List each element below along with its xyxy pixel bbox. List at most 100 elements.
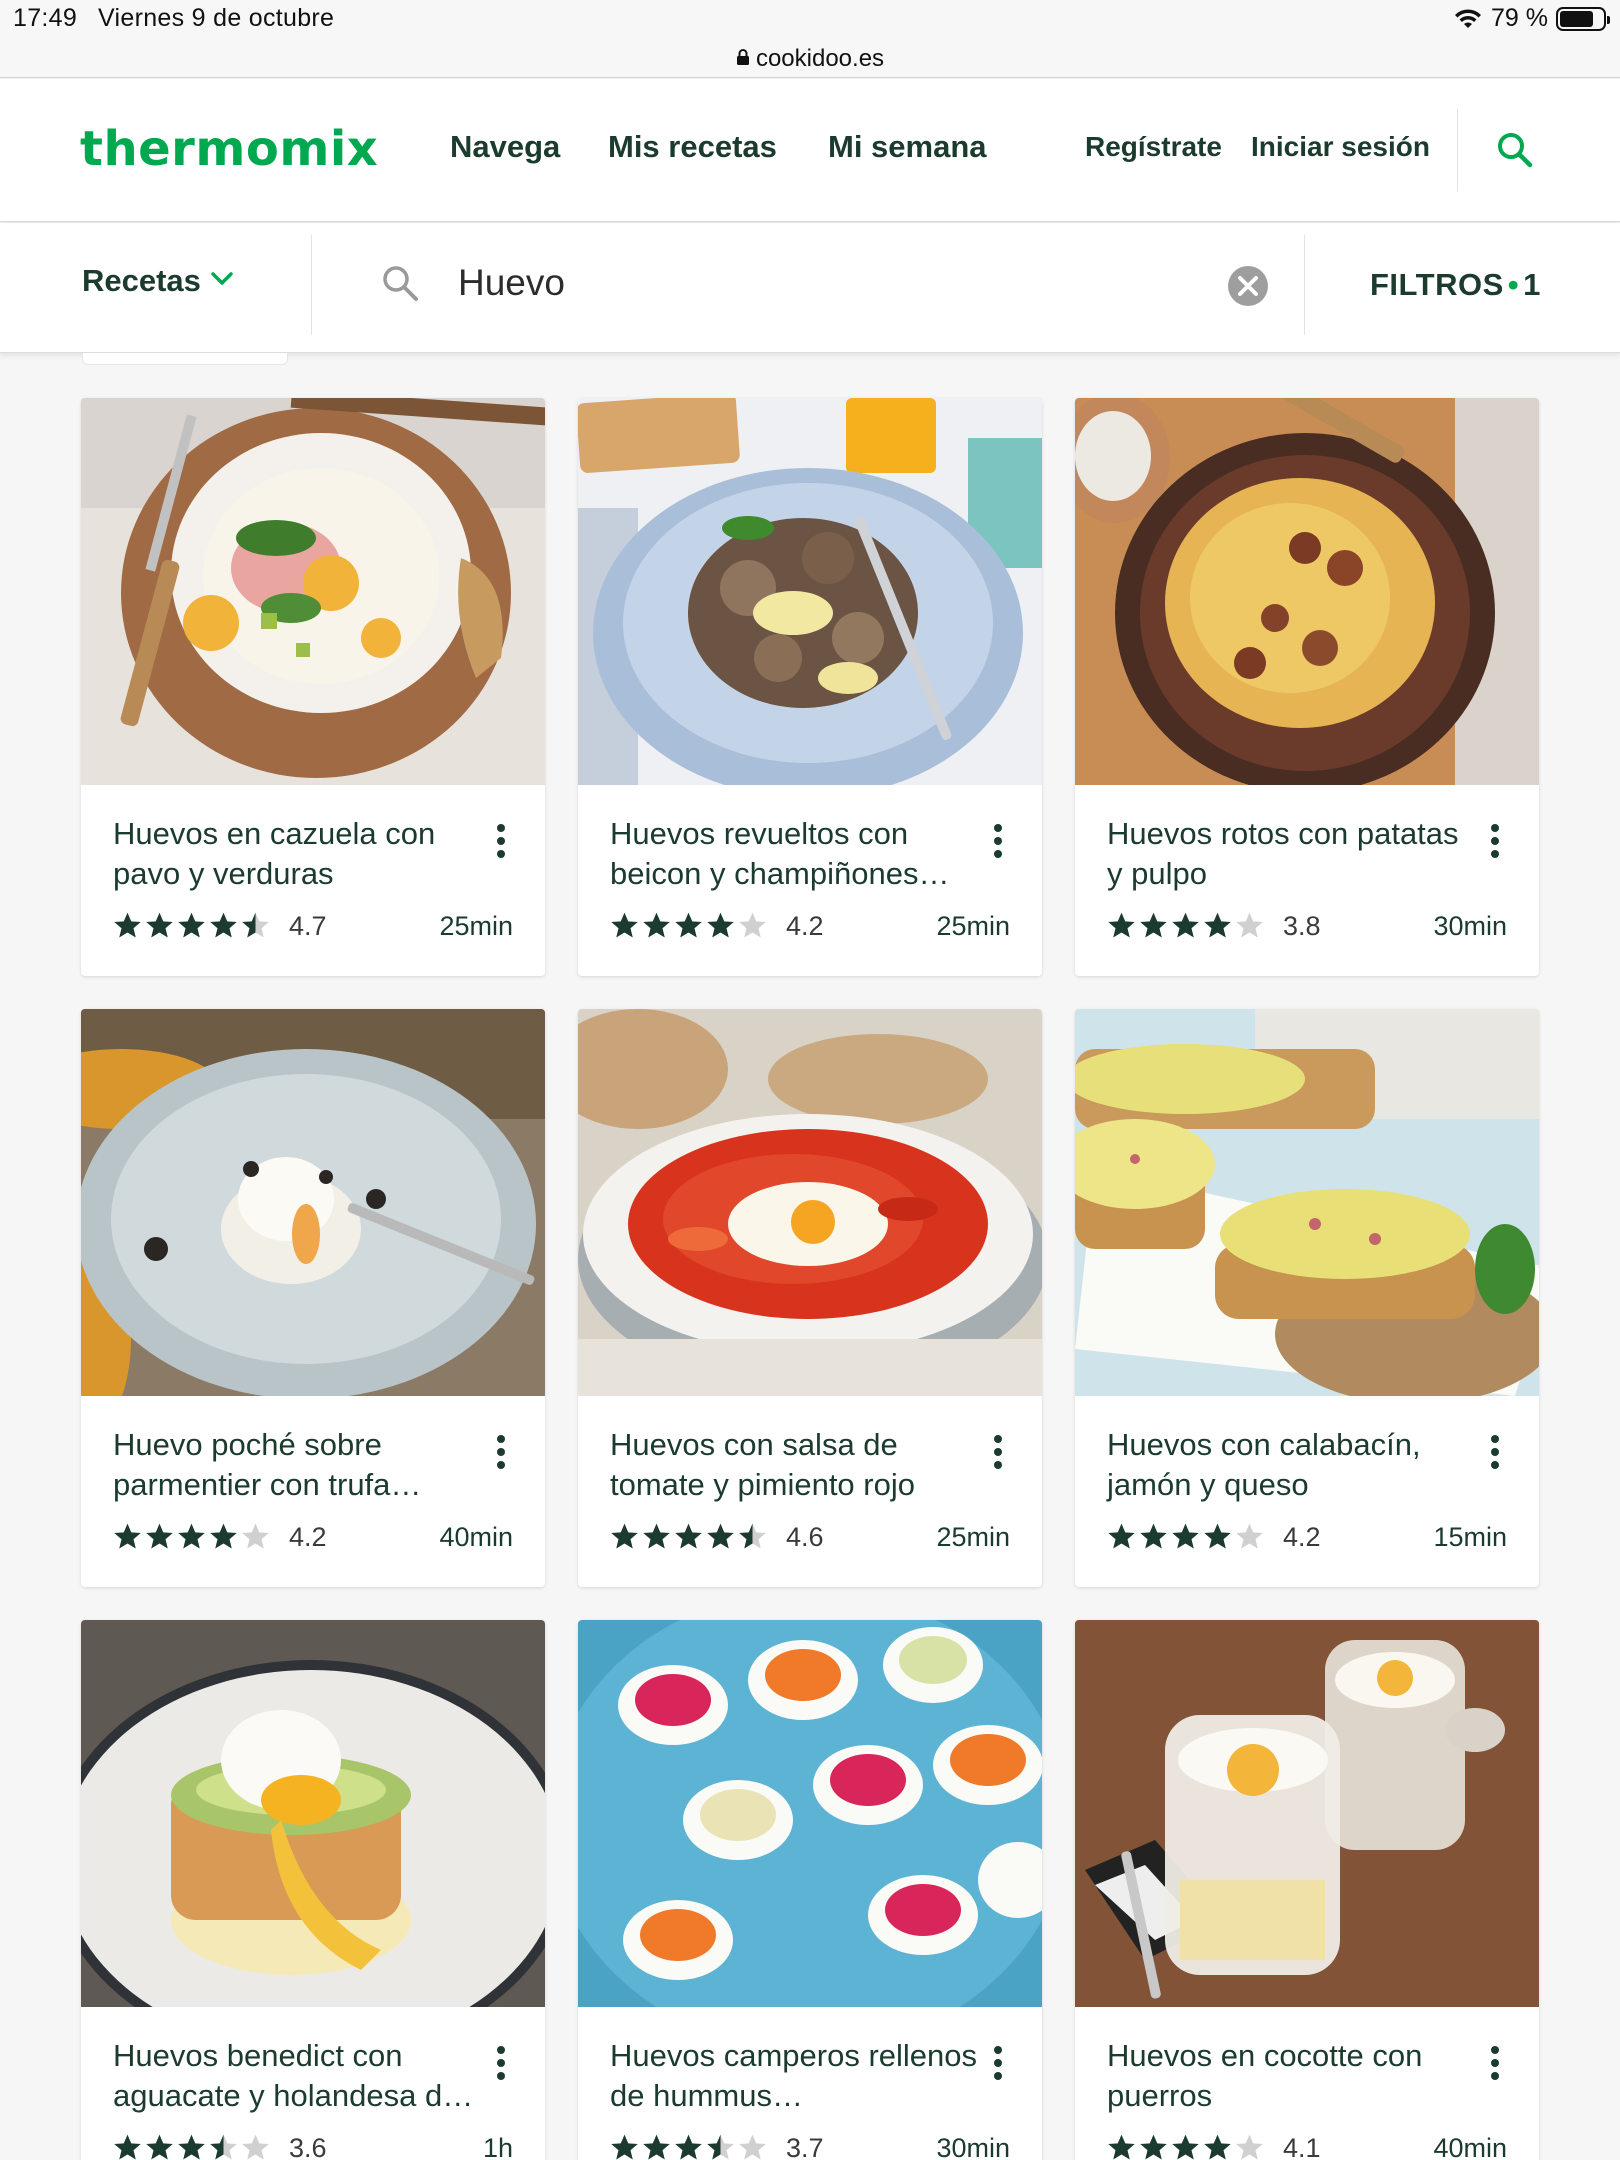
recipe-card[interactable]: Huevo poché sobre parmentier con trufa… …: [81, 1009, 545, 1587]
chevron-down-icon[interactable]: [210, 271, 234, 287]
recipe-card[interactable]: Huevos camperos rellenos de hummus… 3.7 …: [578, 1620, 1042, 2160]
star-empty-icon: [739, 912, 766, 938]
recipe-image[interactable]: [1075, 398, 1539, 793]
register-link[interactable]: Regístrate: [1085, 131, 1222, 163]
recipe-title[interactable]: Huevos en cocotte con puerros: [1107, 2036, 1477, 2116]
recipe-title[interactable]: Huevos camperos rellenos de hummus…: [610, 2036, 980, 2116]
star-filled-icon: [178, 1523, 205, 1549]
star-filled-icon: [611, 1523, 638, 1549]
star-filled-icon: [210, 912, 237, 938]
star-rating: [113, 911, 270, 941]
star-filled-icon: [1204, 2134, 1231, 2160]
more-options-icon[interactable]: [497, 2046, 507, 2082]
more-options-icon[interactable]: [994, 824, 1004, 860]
cook-time: 1h: [482, 2133, 513, 2160]
search-bar: Recetas FILTROS•1: [0, 223, 1620, 353]
star-rating: [113, 1522, 270, 1552]
search-icon[interactable]: [1496, 131, 1534, 169]
dropdown-peek: [82, 353, 288, 365]
recipe-card[interactable]: Huevos revueltos con beicon y champiñone…: [578, 398, 1042, 976]
recipe-image[interactable]: [81, 398, 545, 785]
star-rating: [1107, 2133, 1264, 2160]
cook-time: 30min: [1433, 911, 1507, 941]
recipe-image[interactable]: [81, 1620, 545, 2060]
nav-mis-recetas[interactable]: Mis recetas: [608, 129, 777, 165]
nav-navega[interactable]: Navega: [450, 129, 560, 165]
recipe-title[interactable]: Huevos en cazuela con pavo y verduras: [113, 814, 483, 894]
recipe-title[interactable]: Huevos con salsa de tomate y pimiento ro…: [610, 1425, 980, 1505]
recipe-image[interactable]: [1075, 1009, 1539, 1404]
recipe-image[interactable]: [578, 398, 1042, 798]
recipe-image[interactable]: [578, 1009, 1042, 1396]
star-filled-icon: [146, 912, 173, 938]
star-filled-icon: [1140, 1523, 1167, 1549]
star-filled-icon: [611, 2134, 638, 2160]
recipe-card[interactable]: Huevos rotos con patatas y pulpo 3.8 30m…: [1075, 398, 1539, 976]
star-empty-icon: [1236, 1523, 1263, 1549]
rating-value: 4.2: [1283, 1522, 1321, 1552]
search-input-icon: [383, 266, 418, 301]
lock-icon: [736, 48, 749, 65]
star-filled-icon: [611, 912, 638, 938]
star-filled-icon: [1108, 2134, 1135, 2160]
recipe-title[interactable]: Huevo poché sobre parmentier con trufa…: [113, 1425, 483, 1505]
cook-time: 40min: [439, 1522, 513, 1552]
recipe-title[interactable]: Huevos benedict con aguacate y holandesa…: [113, 2036, 483, 2116]
status-time: 17:49: [13, 4, 78, 32]
search-input[interactable]: [458, 257, 1218, 309]
star-filled-icon: [1108, 1523, 1135, 1549]
more-options-icon[interactable]: [994, 1435, 1004, 1471]
more-options-icon[interactable]: [1491, 824, 1501, 860]
recipe-title[interactable]: Huevos con calabacín, jamón y queso: [1107, 1425, 1477, 1505]
rating-value: 3.8: [1283, 911, 1321, 941]
star-filled-icon: [178, 2134, 205, 2160]
recipe-title[interactable]: Huevos revueltos con beicon y champiñone…: [610, 814, 980, 894]
star-filled-icon: [146, 2134, 173, 2160]
category-dropdown[interactable]: Recetas: [82, 263, 201, 299]
recipe-card[interactable]: Huevos con salsa de tomate y pimiento ro…: [578, 1009, 1042, 1587]
cook-time: 40min: [1433, 2133, 1507, 2160]
star-empty-icon: [1236, 2134, 1263, 2160]
star-filled-icon: [1172, 1523, 1199, 1549]
address-bar[interactable]: cookidoo.es: [0, 40, 1620, 78]
star-filled-icon: [114, 912, 141, 938]
recipe-image[interactable]: [578, 1620, 1042, 2050]
clear-search-icon[interactable]: [1227, 265, 1269, 307]
filters-label: FILTROS: [1370, 267, 1504, 302]
star-empty-icon: [1236, 912, 1263, 938]
star-filled-icon: [1140, 912, 1167, 938]
star-filled-icon: [1172, 2134, 1199, 2160]
star-filled-icon: [675, 1523, 702, 1549]
recipe-grid: Huevos en cazuela con pavo y verduras 4.…: [81, 398, 1539, 2160]
cook-time: 25min: [439, 911, 513, 941]
more-options-icon[interactable]: [1491, 2046, 1501, 2082]
more-options-icon[interactable]: [497, 824, 507, 860]
recipe-card[interactable]: Huevos con calabacín, jamón y queso 4.2 …: [1075, 1009, 1539, 1587]
recipe-image[interactable]: [1075, 1620, 1539, 2007]
more-options-icon[interactable]: [994, 2046, 1004, 2082]
more-options-icon[interactable]: [1491, 1435, 1501, 1471]
filters-button[interactable]: FILTROS • 1: [1370, 267, 1541, 303]
wifi-icon: [1455, 8, 1482, 28]
thermomix-logo[interactable]: thermomix: [80, 121, 378, 177]
rating-value: 4.7: [289, 911, 327, 941]
rating-value: 4.6: [786, 1522, 824, 1552]
site-header: thermomix Navega Mis recetas Mi semana R…: [0, 79, 1620, 222]
recipe-image[interactable]: [81, 1009, 545, 1429]
recipe-card[interactable]: Huevos en cocotte con puerros 4.1 40min: [1075, 1620, 1539, 2160]
star-rating: [610, 911, 767, 941]
recipe-card[interactable]: Huevos en cazuela con pavo y verduras 4.…: [81, 398, 545, 976]
more-options-icon[interactable]: [497, 1435, 507, 1471]
star-filled-icon: [707, 1523, 734, 1549]
recipe-title[interactable]: Huevos rotos con patatas y pulpo: [1107, 814, 1477, 894]
nav-mi-semana[interactable]: Mi semana: [828, 129, 987, 165]
cook-time: 25min: [936, 911, 1010, 941]
star-rating: [1107, 1522, 1264, 1552]
battery-percent: 79 %: [1491, 4, 1548, 32]
rating-value: 4.2: [289, 1522, 327, 1552]
recipe-card[interactable]: Huevos benedict con aguacate y holandesa…: [81, 1620, 545, 2160]
star-empty-icon: [739, 2134, 766, 2160]
cook-time: 30min: [936, 2133, 1010, 2160]
status-indicators: 79 %: [1453, 4, 1610, 33]
login-link[interactable]: Iniciar sesión: [1251, 131, 1430, 163]
